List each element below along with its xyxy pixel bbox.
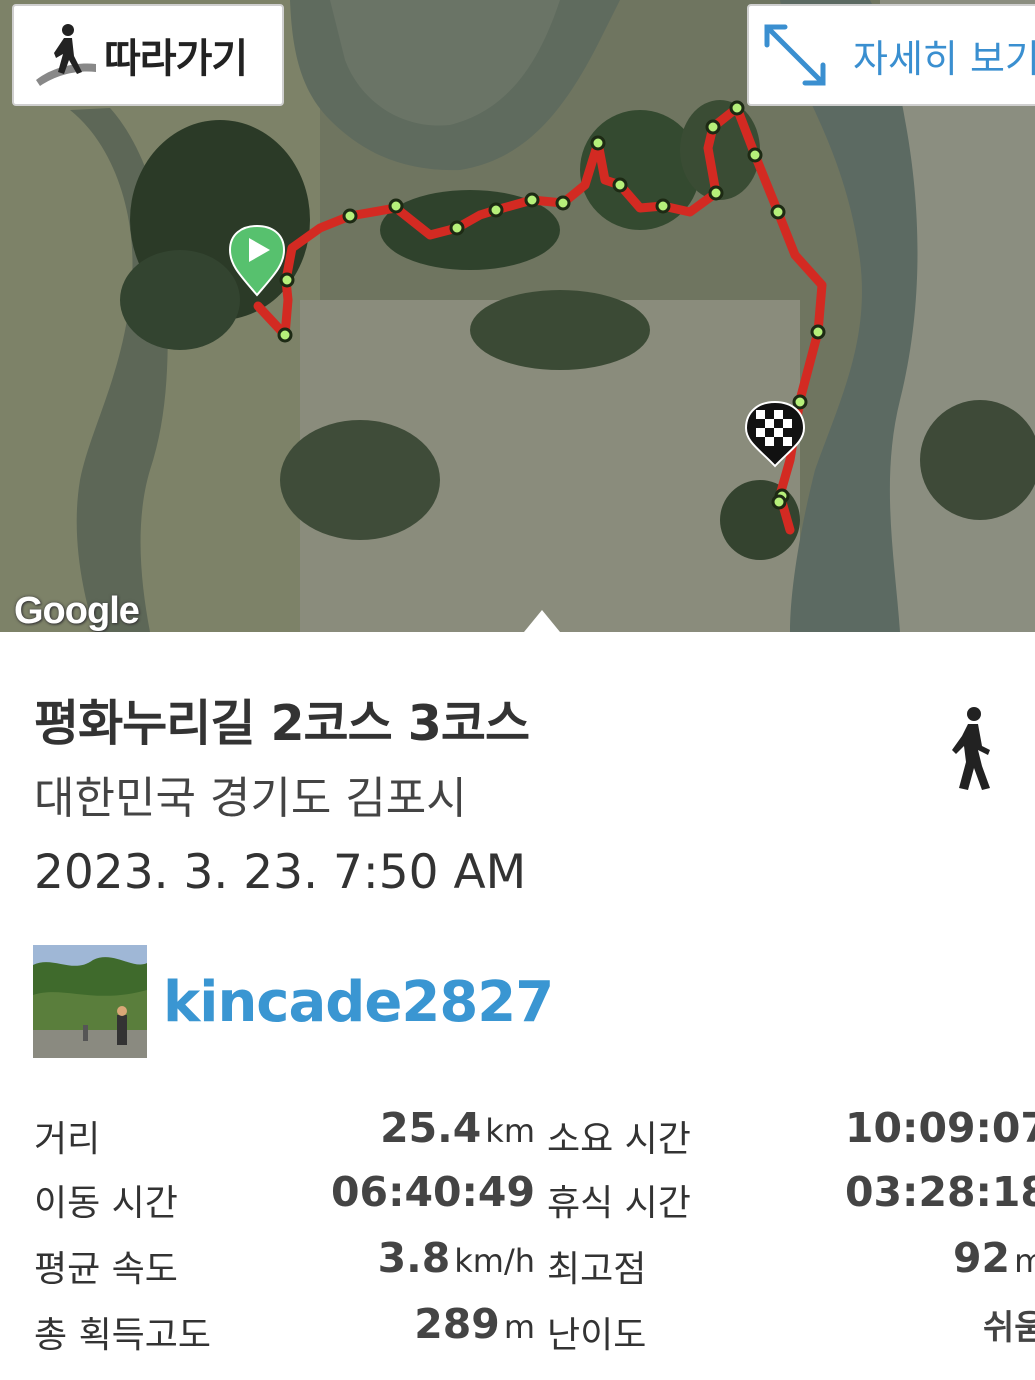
follow-label: 따라가기 [104, 36, 248, 82]
stats-row-ascent: 총 획득고도 289 m 난이도 쉬움 [0, 1296, 1035, 1356]
stats-row-speed: 평균 속도 3.8 km/h 최고점 92 m [0, 1230, 1035, 1290]
stat-label-distance: 거리 [34, 1119, 101, 1160]
trail-title: 평화누리길 2코스 3코스 [34, 695, 530, 752]
stat-value-total-time: 10:09:07 [845, 1104, 1035, 1152]
stat-label-total-ascent: 총 획득고도 [34, 1315, 212, 1356]
stat-value-max-elevation: 92 m [953, 1234, 1035, 1282]
stats-row-distance: 거리 25.4 km 소요 시간 10:09:07 [0, 1100, 1035, 1160]
stat-value-total-ascent: 289 m [414, 1300, 535, 1348]
stat-label-avg-speed: 평균 속도 [34, 1249, 178, 1290]
trail-map[interactable]: 따라가기 자세히 보기 Google [0, 0, 1035, 632]
stat-value-avg-speed: 3.8 km/h [377, 1234, 535, 1282]
stat-value-moving-time: 06:40:49 [331, 1168, 535, 1216]
walking-icon [952, 707, 990, 790]
trail-location: 대한민국 경기도 김포시 [34, 773, 467, 824]
view-detail-button[interactable]: 자세히 보기 [747, 4, 1035, 106]
follow-button[interactable]: 따라가기 [12, 4, 284, 106]
avatar-photo [33, 945, 147, 1058]
view-detail-label: 자세히 보기 [853, 36, 1035, 81]
google-attribution: Google [14, 590, 140, 632]
stat-label-total-time: 소요 시간 [547, 1119, 691, 1160]
info-panel-pointer [524, 610, 560, 632]
stat-label-max-elevation: 최고점 [547, 1249, 647, 1290]
stat-label-moving-time: 이동 시간 [34, 1183, 178, 1224]
hiker-follow-icon [36, 24, 96, 86]
expand-arrows-icon [764, 24, 826, 86]
username-link[interactable]: kincade2827 [163, 970, 554, 1035]
trail-date: 2023. 3. 23. 7:50 AM [34, 845, 527, 900]
stat-value-difficulty: 쉬움 [983, 1308, 1035, 1348]
stats-row-moving: 이동 시간 06:40:49 휴식 시간 03:28:18 [0, 1164, 1035, 1224]
avatar[interactable] [33, 945, 147, 1058]
stat-value-distance: 25.4 km [380, 1104, 535, 1152]
stat-label-difficulty: 난이도 [547, 1315, 647, 1356]
stat-value-rest-time: 03:28:18 [845, 1168, 1035, 1216]
stat-label-rest-time: 휴식 시간 [547, 1183, 691, 1224]
